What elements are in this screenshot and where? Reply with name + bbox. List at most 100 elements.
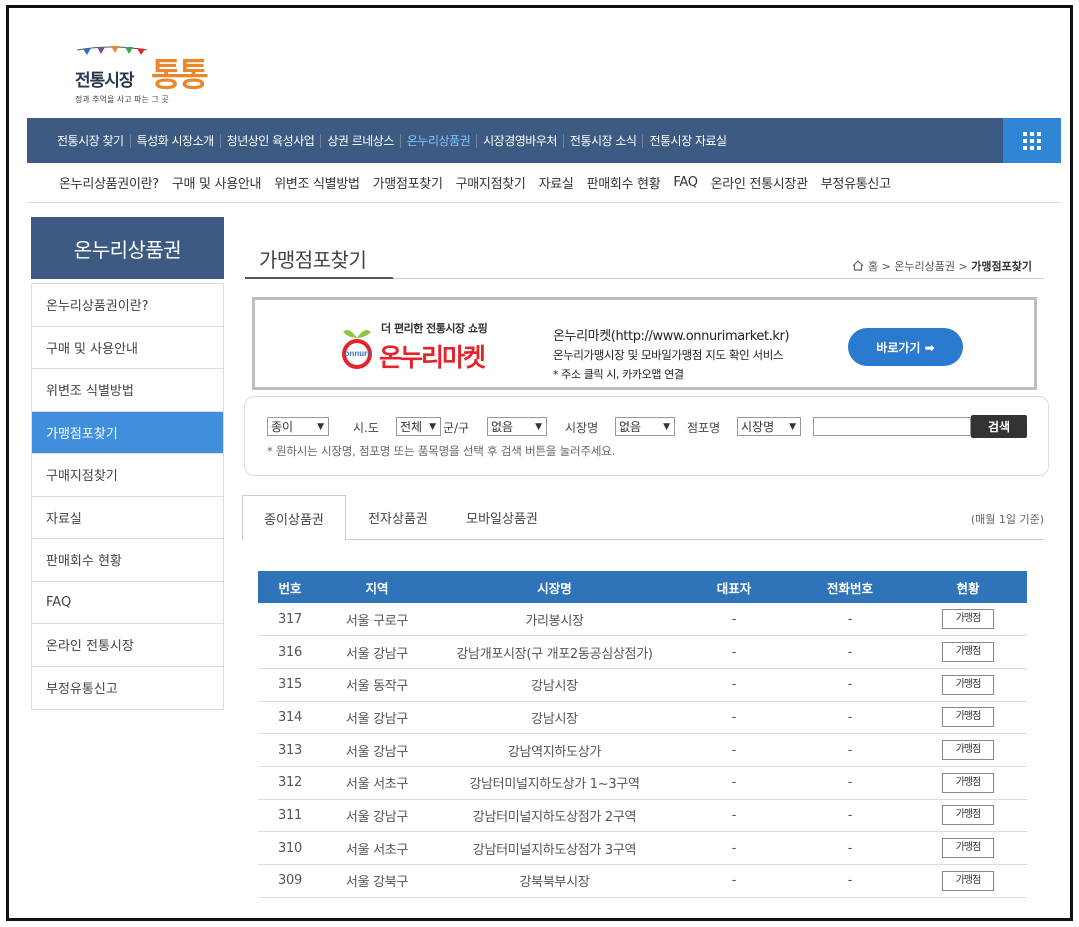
sido-label: 시.도 <box>353 421 379 435</box>
nav-item-2[interactable]: 청년상인 육성사업 <box>219 133 321 148</box>
store-list-button[interactable]: 가맹점 <box>942 805 994 826</box>
table-cell: 314 <box>258 701 322 735</box>
table-cell: 311 <box>258 799 322 833</box>
sidebar-item-2[interactable]: 위변조 식별방법 <box>32 369 223 412</box>
store-list-button[interactable]: 가맹점 <box>942 740 994 761</box>
table-cell: 강남개포시장(구 개포2동공심상점가) <box>432 635 677 669</box>
subnav-item-5[interactable]: 자료실 <box>539 173 574 192</box>
table-cell: - <box>677 603 791 637</box>
table-row: 312 서울 서초구 강남터미널지하도상가 1~3구역 - - 가맹점 <box>258 766 1027 800</box>
title-divider <box>393 278 1044 279</box>
sidebar-item-0[interactable]: 온누리상품권이란? <box>32 284 223 327</box>
onnurimarket-banner: onnuri 더 편리한 전통시장 쇼핑 온누리마켓 온누리마켓(http://… <box>252 297 1037 390</box>
table-cell: 316 <box>258 635 322 669</box>
subnav-item-4[interactable]: 구매지점찾기 <box>456 173 526 192</box>
table-cell: 서울 강북구 <box>322 864 432 898</box>
status-cell: 가맹점 <box>909 733 1027 767</box>
keyword-input[interactable] <box>813 417 971 436</box>
store-list-button[interactable]: 가맹점 <box>942 609 994 630</box>
store-select[interactable]: 시장명 ▼ <box>737 417 801 436</box>
nav-item-0[interactable]: 전통시장 찾기 <box>57 134 130 148</box>
status-cell: 가맹점 <box>909 701 1027 735</box>
table-cell: 서울 강남구 <box>322 635 432 669</box>
banner-line-2: 온누리가맹시장 및 모바일가맹점 지도 확인 서비스 <box>553 348 784 362</box>
site-logo[interactable]: 전통시장 통통 정과 추억을 사고 파는 그 곳 <box>71 42 211 112</box>
table-cell: - <box>791 603 909 637</box>
table-cell: 강남터미널지하도상점가 2구역 <box>432 799 677 833</box>
tab-electronic[interactable]: 전자상품권 <box>346 495 450 540</box>
logo-text: 전통시장 <box>75 71 135 91</box>
search-hint: * 원하시는 시장명, 점포명 또는 품목명을 선택 후 검색 버튼을 눌러주세… <box>267 444 616 458</box>
gugun-select-value: 없음 <box>491 420 514 434</box>
basis-date-note: (매월 1일 기준) <box>970 513 1044 526</box>
store-list-button[interactable]: 가맹점 <box>942 838 994 859</box>
sub-nav: 온누리상품권이란? 구매 및 사용안내 위변조 식별방법 가맹점포찾기 구매지점찾기 자료… <box>27 163 1061 203</box>
subnav-item-9[interactable]: 부정유통신고 <box>821 173 891 192</box>
subnav-item-1[interactable]: 구매 및 사용안내 <box>172 173 262 192</box>
tab-mobile[interactable]: 모바일상품권 <box>450 495 554 540</box>
chevron-down-icon: ▼ <box>535 422 542 432</box>
table-cell: - <box>791 701 909 735</box>
market-select-value: 없음 <box>619 420 642 434</box>
nav-item-4[interactable]: 온누리상품권 <box>399 133 476 148</box>
sidebar-item-6[interactable]: 판매회수 현황 <box>32 539 223 582</box>
subnav-item-6[interactable]: 판매회수 현황 <box>587 173 661 192</box>
subnav-item-0[interactable]: 온누리상품권이란? <box>59 173 159 192</box>
col-phone: 전화번호 <box>791 571 909 603</box>
table-row: 314 서울 강남구 강남시장 - - 가맹점 <box>258 701 1027 735</box>
nav-item-7[interactable]: 전통시장 자료실 <box>642 133 732 148</box>
store-list-button[interactable]: 가맹점 <box>942 674 994 695</box>
sidebar-item-8[interactable]: 온라인 전통시장 <box>32 624 223 667</box>
market-select[interactable]: 없음 ▼ <box>615 417 675 436</box>
sidebar-item-9[interactable]: 부정유통신고 <box>32 667 223 710</box>
browser-frame: 전통시장 통통 정과 추억을 사고 파는 그 곳 전통시장 찾기 특성화 시장소개… <box>6 5 1073 921</box>
table-cell: - <box>791 799 909 833</box>
breadcrumb: 홈 > 온누리상품권 > 가맹점포찾기 <box>852 258 1032 274</box>
table-cell: - <box>677 733 791 767</box>
tab-paper[interactable]: 종이상품권 <box>242 495 346 541</box>
status-cell: 가맹점 <box>909 668 1027 702</box>
nav-item-1[interactable]: 특성화 시장소개 <box>129 133 220 148</box>
subnav-item-3[interactable]: 가맹점포찾기 <box>373 173 443 192</box>
breadcrumb-home[interactable]: 홈 <box>868 260 878 273</box>
nav-item-5[interactable]: 시장경영바우처 <box>476 133 563 148</box>
store-list-button[interactable]: 가맹점 <box>942 870 994 891</box>
table-cell: 강남시장 <box>432 668 677 702</box>
table-cell: 서울 강남구 <box>322 701 432 735</box>
nav-item-6[interactable]: 전통시장 소식 <box>562 133 643 148</box>
col-region: 지역 <box>322 571 432 603</box>
table-header-row: 번호 지역 시장명 대표자 전화번호 현황 <box>258 571 1027 603</box>
main-nav: 전통시장 찾기 특성화 시장소개 청년상인 육성사업 상권 르네상스 온누리상품권 시장경… <box>27 118 1061 163</box>
store-list-button[interactable]: 가맹점 <box>942 772 994 793</box>
sidebar-item-3[interactable]: 가맹점포찾기 <box>32 411 223 454</box>
all-menu-button[interactable] <box>1003 118 1061 163</box>
subnav-item-8[interactable]: 온라인 전통시장관 <box>711 173 808 192</box>
search-panel: 종이 ▼ 시.도 전체 ▼ 군/구 없음 ▼ 시장명 없음 ▼ 점포명 시장명 ▼ 검색 … <box>244 396 1049 476</box>
home-icon[interactable] <box>852 260 864 271</box>
go-button[interactable]: 바로가기 ➡ <box>848 328 963 366</box>
nav-item-3[interactable]: 상권 르네상스 <box>320 133 400 148</box>
table-cell: 서울 강남구 <box>322 799 432 833</box>
sidebar-item-7[interactable]: FAQ <box>32 582 223 624</box>
sidebar-item-4[interactable]: 구매지점찾기 <box>32 454 223 497</box>
chevron-down-icon: ▼ <box>429 422 436 432</box>
table-cell: - <box>791 668 909 702</box>
store-select-value: 시장명 <box>741 420 775 434</box>
sidebar-item-5[interactable]: 자료실 <box>32 497 223 539</box>
gugun-label: 군/구 <box>443 421 470 435</box>
subnav-item-2[interactable]: 위변조 식별방법 <box>274 173 360 192</box>
table-cell: - <box>677 864 791 898</box>
breadcrumb-parent[interactable]: 온누리상품권 <box>894 260 955 273</box>
store-list-button[interactable]: 가맹점 <box>942 642 994 663</box>
banner-title: 온누리마켓 <box>379 343 486 372</box>
type-select[interactable]: 종이 ▼ <box>267 417 329 436</box>
subnav-item-7[interactable]: FAQ <box>673 175 698 190</box>
store-list-button[interactable]: 가맹점 <box>942 707 994 728</box>
sidebar-item-1[interactable]: 구매 및 사용안내 <box>32 327 223 369</box>
gugun-select[interactable]: 없음 ▼ <box>487 417 547 436</box>
table-cell: - <box>791 733 909 767</box>
breadcrumb-sep: > <box>958 260 968 273</box>
search-button[interactable]: 검색 <box>971 415 1027 438</box>
sido-select[interactable]: 전체 ▼ <box>396 417 441 436</box>
logo-big-text: 통통 <box>151 55 209 94</box>
